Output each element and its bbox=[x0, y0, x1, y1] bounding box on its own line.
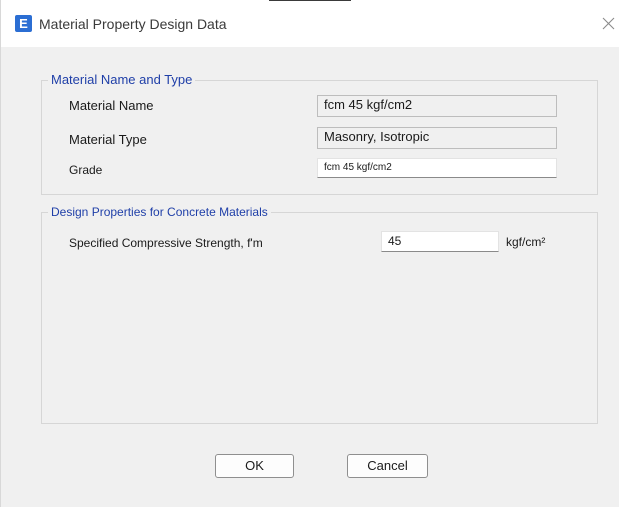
compressive-strength-unit: kgf/cm² bbox=[506, 235, 546, 249]
cancel-button[interactable]: Cancel bbox=[347, 454, 428, 478]
app-icon: E bbox=[15, 15, 32, 32]
material-type-label: Material Type bbox=[69, 132, 147, 147]
grade-label: Grade bbox=[69, 163, 103, 177]
ok-button[interactable]: OK bbox=[215, 454, 294, 478]
close-icon bbox=[602, 17, 615, 30]
material-property-dialog: E Material Property Design Data Material… bbox=[0, 0, 619, 507]
material-name-label: Material Name bbox=[69, 98, 154, 113]
window-title: Material Property Design Data bbox=[39, 16, 227, 32]
close-button[interactable] bbox=[597, 10, 619, 36]
title-accent-line bbox=[269, 0, 351, 1]
compressive-strength-input[interactable]: 45 bbox=[381, 231, 499, 252]
grade-input[interactable]: fcm 45 kgf/cm2 bbox=[317, 158, 557, 178]
design-properties-legend: Design Properties for Concrete Materials bbox=[48, 204, 271, 220]
material-name-type-legend: Material Name and Type bbox=[48, 72, 196, 88]
title-bar[interactable]: E Material Property Design Data bbox=[1, 0, 619, 47]
compressive-strength-label: Specified Compressive Strength, f'm bbox=[69, 236, 263, 250]
material-type-field: Masonry, Isotropic bbox=[317, 127, 557, 149]
material-name-field: fcm 45 kgf/cm2 bbox=[317, 95, 557, 117]
